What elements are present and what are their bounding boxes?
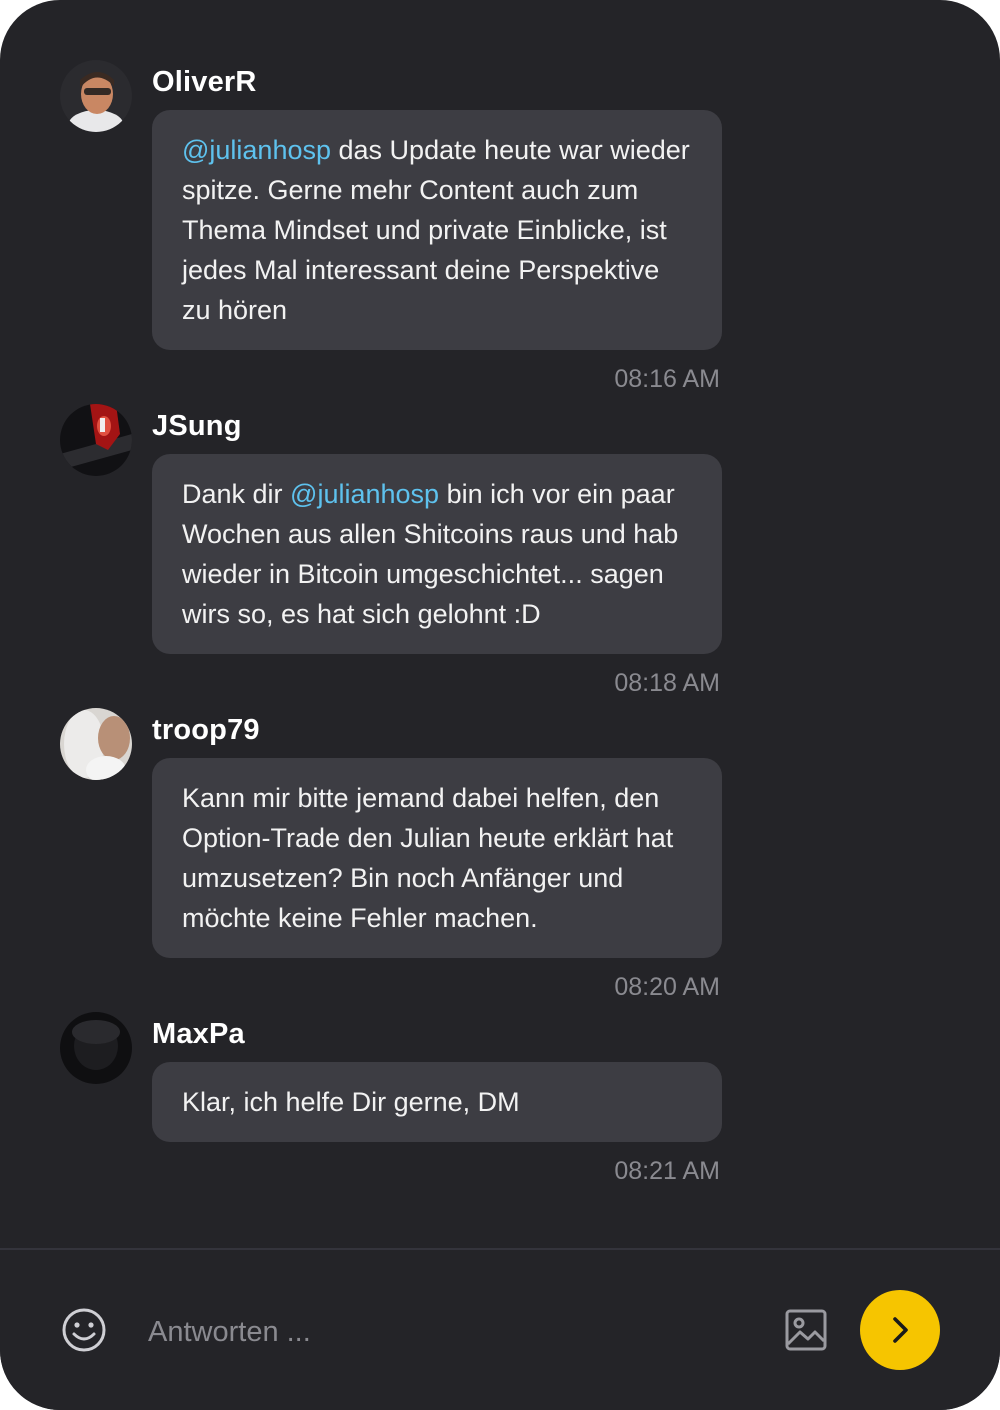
avatar[interactable] xyxy=(60,708,132,780)
message-author: JSung xyxy=(152,410,242,442)
message-bubble: Dank dir @julianhosp bin ich vor ein paa… xyxy=(152,454,722,654)
mention-link[interactable]: @julianhosp xyxy=(182,135,331,165)
message-timestamp: 08:18 AM xyxy=(614,669,720,697)
message-author: troop79 xyxy=(152,714,260,746)
message-timestamp: 08:16 AM xyxy=(614,365,720,393)
mention-link[interactable]: @julianhosp xyxy=(290,479,439,509)
smiley-icon[interactable] xyxy=(60,1306,108,1354)
avatar[interactable] xyxy=(60,1012,132,1084)
message-timestamp: 08:20 AM xyxy=(614,973,720,1001)
message-bubble: @julianhosp das Update heute war wieder … xyxy=(152,110,722,350)
send-button[interactable] xyxy=(860,1290,940,1370)
avatar[interactable] xyxy=(60,404,132,476)
message-timestamp: 08:21 AM xyxy=(614,1157,720,1185)
message-bubble: Kann mir bitte jemand dabei helfen, den … xyxy=(152,758,722,958)
image-icon[interactable] xyxy=(784,1308,828,1352)
avatar[interactable] xyxy=(60,60,132,132)
chat-screen: OliverR @julianhosp das Update heute war… xyxy=(0,0,1000,1410)
message-author: OliverR xyxy=(152,66,257,98)
reply-input[interactable] xyxy=(148,1306,748,1358)
message-text-before: Dank dir xyxy=(182,479,291,509)
message-bubble: Klar, ich helfe Dir gerne, DM xyxy=(152,1062,722,1142)
chevron-right-icon xyxy=(893,1317,908,1343)
message-author: MaxPa xyxy=(152,1018,245,1050)
